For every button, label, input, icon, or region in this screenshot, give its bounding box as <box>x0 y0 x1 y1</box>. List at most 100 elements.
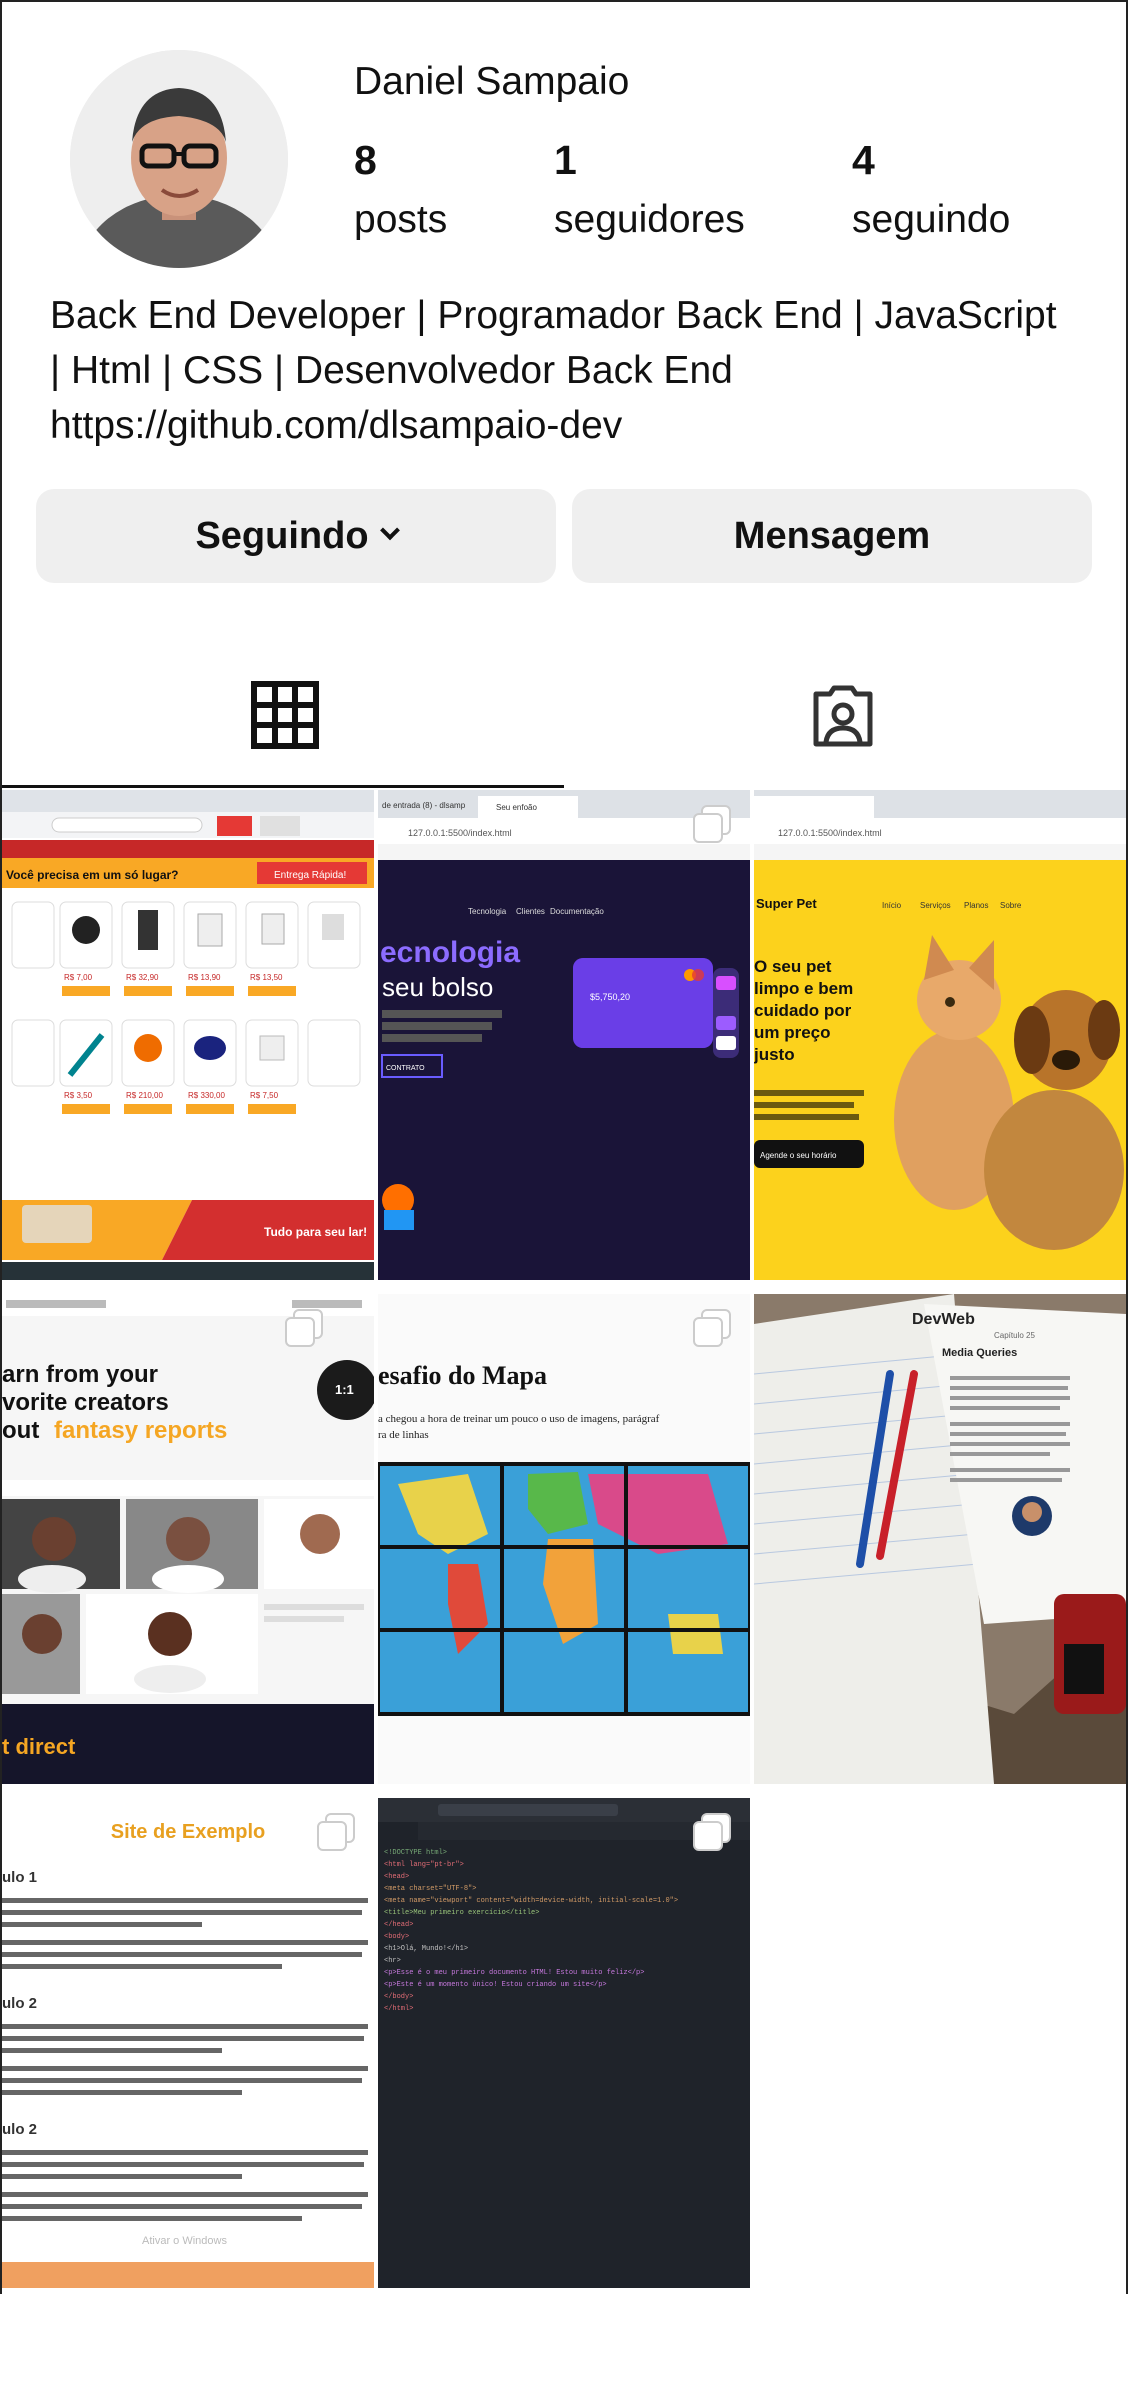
bio-line: Back End Developer | Programador Back En… <box>50 294 1057 337</box>
tab-tagged[interactable] <box>808 680 878 750</box>
post4-footer: t direct <box>2 1734 76 1759</box>
post3-brand: Super Pet <box>756 896 817 911</box>
post-thumbnail: Site de Exemplo ulo 1 ulo 2 ulo 2 Ativar… <box>2 1798 374 2288</box>
post3-headline: O seu pet <box>754 957 832 976</box>
post-tile[interactable]: esafio do Mapa a chegou a hora de treina… <box>378 1294 750 1784</box>
post1-price: R$ 210,00 <box>126 1091 163 1100</box>
grid-icon <box>251 681 319 749</box>
profile-stats: 8 posts 1 seguidores 4 seguindo <box>354 140 1010 242</box>
post3-url: 127.0.0.1:5500/index.html <box>778 828 882 838</box>
post-tile[interactable]: de entrada (8) - dlsamp Seu enfoão 127.0… <box>378 790 750 1280</box>
avatar-photo <box>70 50 288 268</box>
following-button[interactable]: Seguindo <box>36 489 556 583</box>
post8-code-line: <title>Meu primeiro exercício</title> <box>384 1909 539 1917</box>
post1-banner: Você precisa em um só lugar? <box>6 868 179 882</box>
multiple-images-icon <box>693 1309 731 1347</box>
post8-code-line: <html lang="pt-br"> <box>384 1861 464 1869</box>
post6-subtitle: Media Queries <box>942 1347 1017 1359</box>
post3-headline: limpo e bem <box>754 979 853 998</box>
post1-price: R$ 7,50 <box>250 1091 279 1100</box>
message-button-label: Mensagem <box>733 514 931 557</box>
post2-tab: Seu enfoão <box>496 803 537 812</box>
post2-tab: de entrada (8) - dlsamp <box>382 801 466 810</box>
post3-headline: justo <box>754 1045 795 1064</box>
post2-cta: CONTRATO <box>386 1065 425 1072</box>
post-tile[interactable]: Você precisa em um só lugar? Entrega Ráp… <box>2 790 374 1280</box>
message-button[interactable]: Mensagem <box>572 489 1092 583</box>
post8-code-line: <meta name="viewport" content="width=dev… <box>384 1897 678 1905</box>
following-button-label: Seguindo <box>195 514 369 557</box>
post8-code-line: <p>Esse é o meu primeiro documento HTML!… <box>384 1969 644 1977</box>
stat-followers-count: 1 <box>554 137 577 183</box>
post4-highlight: fantasy reports <box>54 1417 227 1444</box>
post-tile[interactable]: arn from your vorite creators out fantas… <box>2 1294 374 1784</box>
post2-nav: Tecnologia <box>468 907 507 916</box>
post3-cta: Agende o seu horário <box>760 1151 837 1160</box>
stat-followers-label: seguidores <box>554 198 745 241</box>
stat-following-label: seguindo <box>852 198 1011 241</box>
post5-title: esafio do Mapa <box>378 1361 547 1390</box>
post1-banner2: Tudo para seu lar! <box>264 1225 367 1239</box>
post-tile[interactable]: Site de Exemplo ulo 1 ulo 2 ulo 2 Ativar… <box>2 1798 374 2288</box>
post-tile[interactable]: <!DOCTYPE html> <html lang="pt-br"> <hea… <box>378 1798 750 2288</box>
post7-title: Site de Exemplo <box>111 1821 266 1843</box>
post1-price: R$ 3,50 <box>64 1091 93 1100</box>
post6-chapter: Capítulo 25 <box>994 1331 1035 1340</box>
post-thumbnail: de entrada (8) - dlsamp Seu enfoão 127.0… <box>378 790 750 1280</box>
multiple-images-icon <box>693 1813 731 1851</box>
active-tab-indicator <box>2 785 564 788</box>
multiple-images-icon <box>285 1309 323 1347</box>
post8-code-line: <p>Este é um momento único! Estou criand… <box>384 1981 607 1989</box>
stat-posts-label: posts <box>354 198 448 241</box>
post-tile[interactable]: DevWeb Capítulo 25 Media Queries <box>754 1294 1126 1784</box>
stat-posts-count: 8 <box>354 137 377 183</box>
post8-code-line: <!DOCTYPE html> <box>384 1849 447 1857</box>
post8-code-line: </head> <box>384 1921 413 1929</box>
post4-headline: arn from your <box>2 1361 158 1388</box>
bio-line: | Html | CSS | Desenvolvedor Back End <box>50 349 733 392</box>
post1-products <box>11 901 361 969</box>
post5-text: a chegou a hora de treinar um pouco o us… <box>378 1413 660 1425</box>
post8-code-line: <h1>Olá, Mundo!</h1> <box>384 1945 468 1953</box>
post-thumbnail: esafio do Mapa a chegou a hora de treina… <box>378 1294 750 1784</box>
post1-price: R$ 13,90 <box>188 973 221 982</box>
multiple-images-icon <box>317 1813 355 1851</box>
post2-nav: Clientes <box>516 907 545 916</box>
avatar[interactable] <box>70 50 288 268</box>
post7-heading: ulo 1 <box>2 1869 37 1886</box>
post2-headline: ecnologia <box>380 936 520 969</box>
post8-code-line: </body> <box>384 1993 413 2001</box>
post4-headline: vorite creators <box>2 1389 169 1416</box>
post5-world-map <box>378 1462 750 1716</box>
post-thumbnail: DevWeb Capítulo 25 Media Queries <box>754 1294 1126 1784</box>
post8-code-line: </html> <box>384 2005 413 2013</box>
post1-price: R$ 330,00 <box>188 1091 225 1100</box>
stat-followers[interactable]: 1 seguidores <box>554 140 852 242</box>
post-thumbnail: arn from your vorite creators out fantas… <box>2 1294 374 1784</box>
post-tile[interactable]: 127.0.0.1:5500/index.html Super Pet Iníc… <box>754 790 1126 1280</box>
post3-nav: Serviços <box>920 901 951 910</box>
post4-headline: out <box>2 1417 39 1444</box>
post7-watermark: Ativar o Windows <box>142 2235 227 2247</box>
post2-url: 127.0.0.1:5500/index.html <box>408 828 512 838</box>
stat-posts[interactable]: 8 posts <box>354 140 554 242</box>
post3-nav: Planos <box>964 901 988 910</box>
post3-nav: Sobre <box>1000 901 1022 910</box>
post2-nav: Documentação <box>550 907 604 916</box>
tab-posts[interactable] <box>250 680 320 750</box>
profile-username: Daniel Sampaio <box>354 60 630 103</box>
post7-heading: ulo 2 <box>2 1995 37 2012</box>
post8-code-line: <hr> <box>384 1957 401 1965</box>
post1-price: R$ 32,90 <box>126 973 159 982</box>
post1-price: R$ 7,00 <box>64 973 93 982</box>
post2-card-value: $5,750,20 <box>590 992 630 1002</box>
post4-badge: 1:1 <box>335 1382 354 1397</box>
post2-headline: seu bolso <box>382 972 493 1002</box>
bio-link[interactable]: https://github.com/dlsampaio-dev <box>50 398 1090 453</box>
post8-code-line: <meta charset="UTF-8"> <box>384 1885 476 1893</box>
profile-bio: Back End Developer | Programador Back En… <box>50 288 1090 453</box>
post-thumbnail: <!DOCTYPE html> <html lang="pt-br"> <hea… <box>378 1798 750 2288</box>
stat-following[interactable]: 4 seguindo <box>852 140 1010 242</box>
stat-following-count: 4 <box>852 137 875 183</box>
chevron-down-icon <box>379 520 400 541</box>
